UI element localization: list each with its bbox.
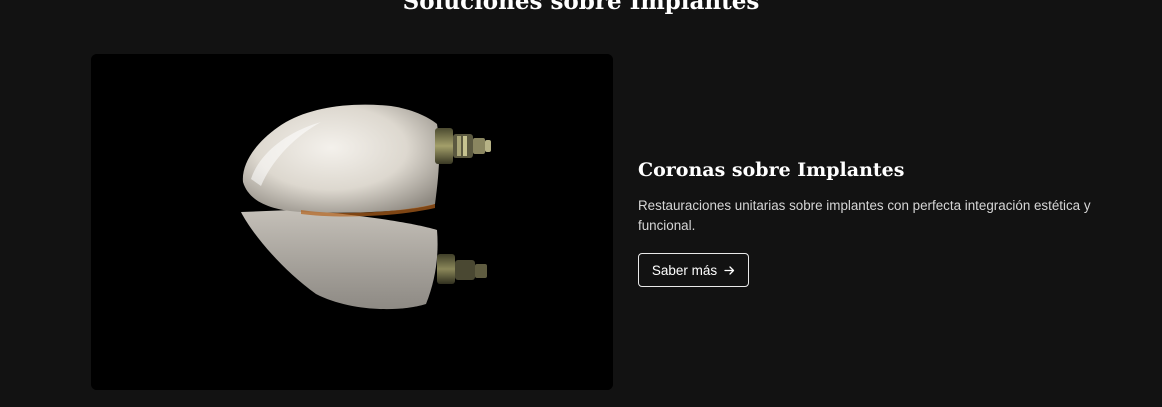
card-description: Restauraciones unitarias sobre implantes…: [638, 198, 1091, 233]
learn-more-button[interactable]: Saber más: [638, 253, 749, 287]
card-title: Coronas sobre Implantes: [638, 159, 905, 181]
implant-crown-illustration: [91, 54, 613, 390]
section-title: Soluciones sobre Implantes: [402, 0, 760, 15]
learn-more-label: Saber más: [651, 262, 718, 278]
arrow-right-icon: [724, 265, 735, 276]
implant-crown-image: [91, 54, 613, 390]
